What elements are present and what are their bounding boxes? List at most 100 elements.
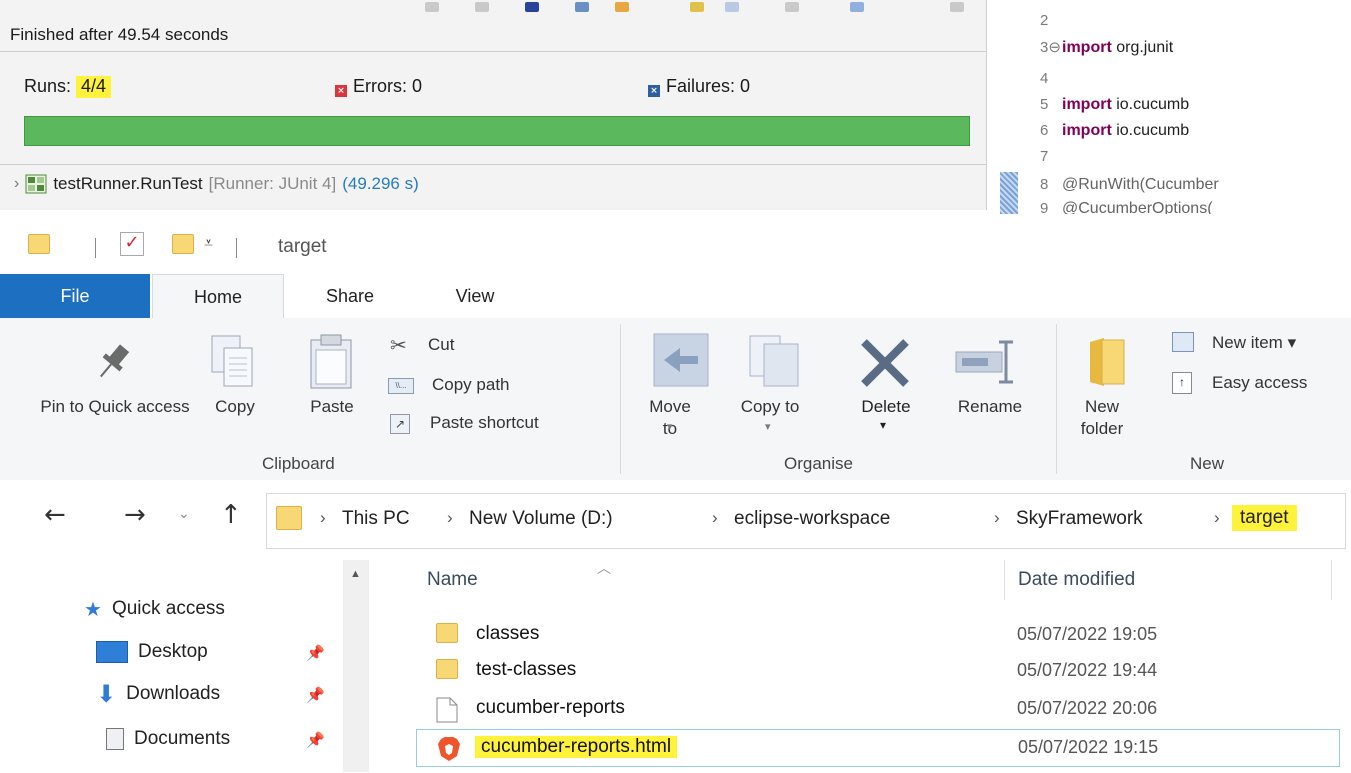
code-line[interactable]: 7 bbox=[1040, 148, 1062, 172]
copy-icon[interactable] bbox=[208, 332, 258, 392]
scroll-up-icon[interactable]: ▲ bbox=[350, 568, 361, 580]
easy-access-icon[interactable]: ↑ bbox=[1172, 372, 1192, 394]
toolbar-icon[interactable] bbox=[425, 2, 439, 12]
nav-downloads[interactable]: ⬇ Downloads bbox=[96, 682, 220, 706]
file-row[interactable]: classes 05/07/2022 19:05 bbox=[416, 617, 1340, 653]
breadcrumb-separator-icon[interactable]: › bbox=[320, 508, 326, 528]
tab-view[interactable]: View bbox=[430, 274, 520, 318]
paste-icon[interactable] bbox=[306, 332, 356, 392]
new-item-button[interactable]: New item ▾ bbox=[1212, 332, 1296, 354]
new-folder-button[interactable]: New folder bbox=[1072, 396, 1132, 440]
copy-to-button[interactable]: Copy to bbox=[740, 396, 800, 418]
runs-counter: Runs: 4/4 bbox=[24, 76, 112, 98]
nav-documents[interactable]: Documents bbox=[106, 728, 230, 750]
toolbar-icon[interactable] bbox=[475, 2, 489, 12]
line-number: 9 bbox=[1040, 200, 1049, 214]
breadcrumb-new-volume[interactable]: New Volume (D:) bbox=[469, 508, 613, 530]
forward-arrow-icon[interactable]: → bbox=[124, 500, 146, 530]
new-folder-qat-icon[interactable] bbox=[172, 234, 194, 254]
toolbar-icon[interactable] bbox=[850, 2, 864, 12]
breadcrumb-separator-icon[interactable]: › bbox=[447, 508, 453, 528]
tab-share[interactable]: Share bbox=[305, 274, 395, 318]
breadcrumb-separator-icon[interactable]: › bbox=[712, 508, 718, 528]
code-line[interactable]: 3⊖import org.junit bbox=[1040, 38, 1173, 62]
toolbar-icon[interactable] bbox=[690, 2, 704, 12]
finished-status: Finished after 49.54 seconds bbox=[10, 25, 229, 44]
file-name: test-classes bbox=[476, 659, 577, 680]
up-arrow-icon[interactable]: ↑ bbox=[220, 500, 242, 530]
paste-button[interactable]: Paste bbox=[292, 396, 372, 418]
code-line[interactable]: 8 @RunWith(Cucumber bbox=[1040, 176, 1219, 200]
file-row[interactable]: cucumber-reports 05/07/2022 20:06 bbox=[416, 691, 1340, 727]
file-name: classes bbox=[476, 623, 540, 644]
test-runner-row[interactable]: › testRunner.RunTest [Runner: JUnit 4] (… bbox=[14, 174, 419, 194]
line-number: 7 bbox=[1040, 148, 1049, 165]
column-header-name[interactable]: Name bbox=[427, 569, 478, 591]
new-item-icon[interactable] bbox=[1172, 332, 1194, 352]
scissors-icon[interactable]: ✂ bbox=[390, 333, 407, 357]
nav-label: Quick access bbox=[111, 598, 225, 619]
delete-icon[interactable] bbox=[858, 336, 912, 390]
line-number: 2 bbox=[1040, 12, 1049, 29]
divider bbox=[0, 164, 986, 165]
code-line[interactable]: 9 @CucumberOptions( bbox=[1040, 200, 1213, 214]
column-separator[interactable] bbox=[1004, 560, 1005, 600]
code-text: io.cucumb bbox=[1111, 96, 1190, 113]
copy-to-dropdown-icon[interactable]: ▾ bbox=[765, 420, 771, 433]
file-row-selected[interactable]: cucumber-reports.html 05/07/2022 19:15 bbox=[416, 729, 1340, 767]
new-folder-icon[interactable] bbox=[1086, 334, 1130, 390]
toolbar-icon[interactable] bbox=[525, 2, 539, 12]
paste-shortcut-button[interactable]: Paste shortcut bbox=[430, 412, 539, 434]
copy-path-button[interactable]: Copy path bbox=[432, 374, 510, 396]
qat-dropdown-icon[interactable]: ⩡ bbox=[204, 233, 213, 253]
toolbar-icon[interactable] bbox=[615, 2, 629, 12]
move-to-icon[interactable] bbox=[652, 332, 710, 392]
toolbar-icon[interactable] bbox=[950, 2, 964, 12]
easy-access-button[interactable]: Easy access bbox=[1212, 372, 1307, 394]
code-line[interactable]: 6 import io.cucumb bbox=[1040, 122, 1189, 146]
rename-button[interactable]: Rename bbox=[940, 396, 1040, 418]
breadcrumb-this-pc[interactable]: This PC bbox=[342, 508, 410, 530]
nav-desktop[interactable]: Desktop bbox=[96, 641, 208, 663]
breadcrumb-separator-icon[interactable]: › bbox=[994, 508, 1000, 528]
breadcrumb-eclipse-workspace[interactable]: eclipse-workspace bbox=[734, 508, 890, 530]
move-to-button[interactable]: Move to bbox=[640, 396, 700, 440]
tab-file[interactable]: File bbox=[0, 274, 150, 318]
properties-check-icon[interactable]: ✓ bbox=[120, 232, 144, 256]
toolbar-icon[interactable] bbox=[575, 2, 589, 12]
brave-browser-icon bbox=[438, 737, 460, 761]
tab-home[interactable]: Home bbox=[152, 274, 284, 320]
file-row[interactable]: test-classes 05/07/2022 19:44 bbox=[416, 653, 1340, 689]
column-separator[interactable] bbox=[1331, 560, 1332, 600]
editor-ruler-marker bbox=[1000, 172, 1018, 214]
code-text: org.junit bbox=[1111, 39, 1174, 56]
back-arrow-icon[interactable]: ← bbox=[44, 500, 66, 530]
pin-quick-access-button[interactable]: Pin to Quick access bbox=[40, 396, 190, 418]
delete-dropdown-icon[interactable]: ▾ bbox=[880, 418, 886, 432]
nav-quick-access[interactable]: ★ Quick access bbox=[84, 597, 225, 621]
toolbar-icon[interactable] bbox=[725, 2, 739, 12]
code-line[interactable]: 4 bbox=[1040, 70, 1062, 94]
move-to-dropdown-icon[interactable]: ▾ bbox=[667, 420, 673, 433]
cut-button[interactable]: Cut bbox=[428, 334, 454, 356]
paste-shortcut-icon[interactable]: ↗ bbox=[390, 414, 410, 434]
code-line[interactable]: 2 bbox=[1040, 12, 1062, 36]
rename-icon[interactable] bbox=[954, 336, 1018, 388]
chevron-right-icon[interactable]: › bbox=[14, 175, 19, 193]
toolbar-icon[interactable] bbox=[785, 2, 799, 12]
code-line[interactable]: 5 import io.cucumb bbox=[1040, 96, 1189, 120]
column-header-date-modified[interactable]: Date modified bbox=[1018, 569, 1135, 591]
copy-button[interactable]: Copy bbox=[200, 396, 270, 418]
errors-text: Errors: 0 bbox=[353, 76, 423, 96]
nav-label: Documents bbox=[134, 728, 231, 749]
nav-pane-scrollbar[interactable]: ▲ bbox=[343, 560, 369, 772]
recent-locations-chevron-icon[interactable]: ⌄ bbox=[178, 506, 190, 522]
breadcrumb-skyframework[interactable]: SkyFramework bbox=[1016, 508, 1143, 530]
delete-button[interactable]: Delete bbox=[846, 396, 926, 418]
pinned-icon: 📌 bbox=[306, 645, 325, 662]
copy-path-icon[interactable]: \\... bbox=[388, 378, 414, 394]
breadcrumb-separator-icon[interactable]: › bbox=[1214, 508, 1220, 528]
breadcrumb-target[interactable]: target bbox=[1232, 505, 1297, 531]
copy-to-icon[interactable] bbox=[746, 332, 804, 392]
pin-icon[interactable] bbox=[88, 338, 138, 386]
